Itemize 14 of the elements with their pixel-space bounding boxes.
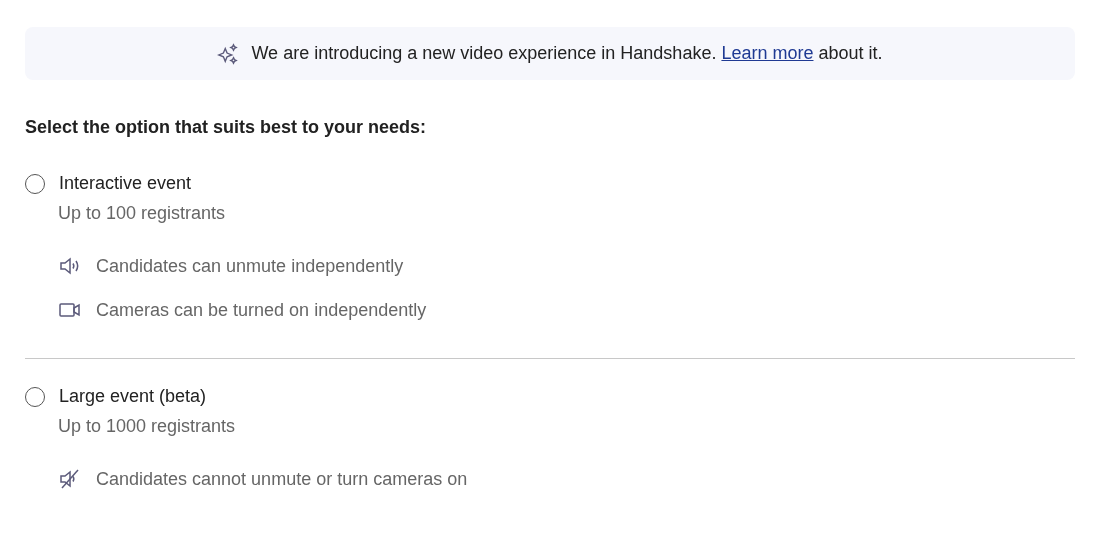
option-title: Interactive event [59, 173, 192, 194]
feature-text: Candidates can unmute independently [96, 255, 404, 277]
option-subtitle: Up to 100 registrants [58, 203, 227, 224]
sparkle-icon [217, 42, 240, 65]
option-title: Large event (beta) [59, 386, 207, 407]
option-subtitle: Up to 1000 registrants [58, 416, 237, 437]
learn-more-link[interactable]: Learn more [721, 43, 814, 63]
banner-text: We are introducing a new video experience in Handshake. Learn more about it. [251, 43, 883, 64]
feature-text: Cameras can be turned on independently [96, 299, 427, 321]
section-heading: Select the option that suits best to your needs: [25, 117, 428, 138]
radio-button[interactable] [25, 173, 45, 194]
muted-speaker-icon [58, 467, 82, 491]
feature-text: Candidates cannot unmute or turn cameras on [96, 468, 468, 490]
radio-button[interactable] [25, 386, 45, 407]
